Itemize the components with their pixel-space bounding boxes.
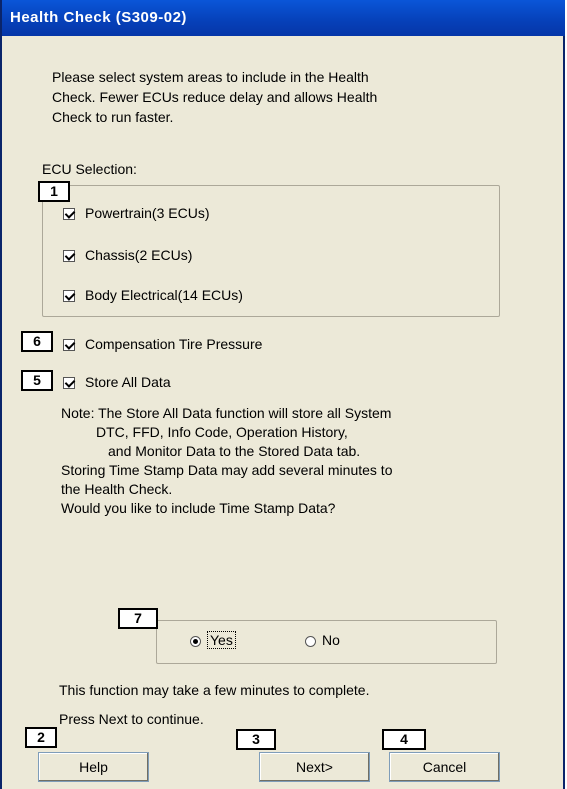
- callout-5: 5: [21, 370, 53, 391]
- intro-line-3: Check to run faster.: [52, 109, 174, 125]
- callout-6: 6: [21, 331, 53, 352]
- cancel-button[interactable]: Cancel: [389, 752, 500, 782]
- chassis-label: Chassis(2 ECUs): [85, 247, 193, 263]
- callout-7: 7: [118, 608, 158, 629]
- note-line-5: the Health Check.: [61, 481, 173, 497]
- ecu-selection-label: ECU Selection:: [42, 161, 137, 177]
- footer-line-1: This function may take a few minutes to …: [59, 682, 370, 698]
- footer-line-2: Press Next to continue.: [59, 711, 204, 727]
- window-title: Health Check (S309-02): [10, 9, 187, 26]
- note-line-2: DTC, FFD, Info Code, Operation History,: [96, 424, 348, 440]
- intro-line-2: Check. Fewer ECUs reduce delay and allow…: [52, 89, 378, 105]
- powertrain-checkbox[interactable]: [63, 208, 75, 220]
- note-line-3: and Monitor Data to the Stored Data tab.: [108, 443, 361, 459]
- note-line-6: Would you like to include Time Stamp Dat…: [61, 500, 336, 516]
- title-bar: Health Check (S309-02): [2, 0, 565, 36]
- callout-3: 3: [236, 729, 276, 750]
- intro-line-1: Please select system areas to include in…: [52, 69, 369, 85]
- store-all-data-note: Note: The Store All Data function will s…: [61, 404, 392, 518]
- store-all-data-checkbox[interactable]: [63, 377, 75, 389]
- intro-text: Please select system areas to include in…: [52, 67, 377, 127]
- no-radio-label[interactable]: No: [322, 632, 340, 648]
- callout-1: 1: [38, 181, 70, 202]
- next-button[interactable]: Next>: [259, 752, 370, 782]
- body-electrical-label: Body Electrical(14 ECUs): [85, 287, 243, 303]
- yes-radio[interactable]: [190, 636, 201, 647]
- compensation-tire-pressure-label: Compensation Tire Pressure: [85, 336, 263, 352]
- store-all-data-label: Store All Data: [85, 374, 171, 390]
- body-electrical-checkbox[interactable]: [63, 290, 75, 302]
- health-check-dialog: Health Check (S309-02) Please select sys…: [0, 0, 565, 789]
- powertrain-label: Powertrain(3 ECUs): [85, 205, 210, 221]
- note-line-4: Storing Time Stamp Data may add several …: [61, 462, 393, 478]
- callout-2: 2: [25, 727, 57, 748]
- yes-radio-label[interactable]: Yes: [207, 631, 236, 649]
- chassis-checkbox[interactable]: [63, 250, 75, 262]
- note-line-1: Note: The Store All Data function will s…: [61, 405, 392, 421]
- no-radio[interactable]: [305, 636, 316, 647]
- help-button[interactable]: Help: [38, 752, 149, 782]
- compensation-tire-pressure-checkbox[interactable]: [63, 339, 75, 351]
- callout-4: 4: [382, 729, 426, 750]
